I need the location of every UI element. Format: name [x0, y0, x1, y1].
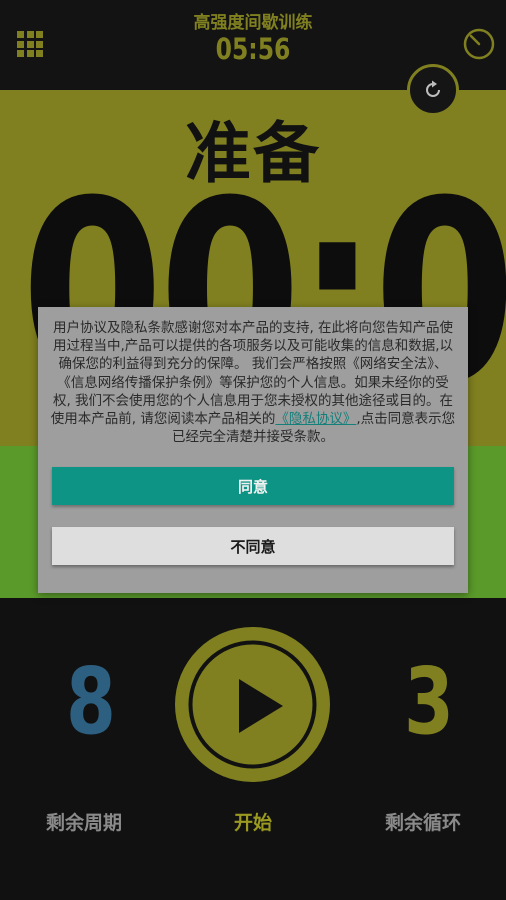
disagree-button[interactable]: 不同意 [52, 527, 454, 565]
agree-button[interactable]: 同意 [52, 467, 454, 505]
privacy-dialog: 用户协议及隐私条款感谢您对本产品的支持, 在此将向您告知产品使用过程当中,产品可… [38, 307, 468, 593]
privacy-policy-link[interactable]: 《隐私协议》 [275, 411, 356, 427]
app-screen: 高强度间歇训练 05:56 准备 00:03 8 3 剩余周期 开始 剩余循环 … [0, 0, 506, 900]
privacy-text: 用户协议及隐私条款感谢您对本产品的支持, 在此将向您告知产品使用过程当中,产品可… [50, 319, 456, 446]
